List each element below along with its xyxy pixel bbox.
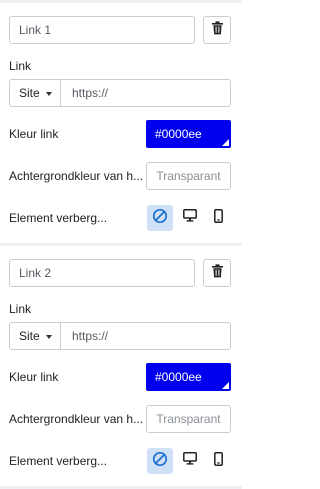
trash-icon: [211, 263, 224, 283]
background-color-input[interactable]: Transparant: [146, 162, 231, 190]
background-color-input[interactable]: Transparant: [146, 405, 231, 433]
hide-desktop-toggle[interactable]: [177, 205, 203, 231]
hide-desktop-toggle[interactable]: [177, 448, 203, 474]
desktop-icon: [183, 452, 197, 470]
link-type-select[interactable]: Site: [9, 79, 61, 107]
link-label: Link: [9, 59, 32, 73]
no-visibility-icon: [152, 208, 168, 229]
link-label: Link: [9, 302, 32, 316]
link-url-input[interactable]: https://: [60, 322, 231, 350]
hide-everywhere-toggle[interactable]: [147, 205, 173, 231]
link-color-picker[interactable]: #0000ee: [146, 363, 231, 391]
mobile-icon: [213, 451, 223, 471]
hide-element-label: Element verberg...: [9, 211, 108, 225]
delete-link-button[interactable]: [203, 16, 231, 44]
hide-everywhere-toggle[interactable]: [147, 448, 173, 474]
delete-link-button[interactable]: [203, 259, 231, 287]
link-type-select[interactable]: Site: [9, 322, 61, 350]
mobile-icon: [213, 208, 223, 228]
link-name-input[interactable]: Link 2: [9, 259, 195, 287]
swatch-corner-icon: [222, 382, 229, 389]
link-color-value: #0000ee: [155, 127, 202, 141]
link-name-input[interactable]: Link 1: [9, 16, 195, 44]
hide-mobile-toggle[interactable]: [205, 448, 231, 474]
swatch-corner-icon: [222, 139, 229, 146]
link-block-2: Link 2 Link Site https:// Kleur link #00…: [0, 246, 242, 489]
link-type-value: Site: [19, 329, 40, 343]
link-type-value: Site: [19, 86, 40, 100]
background-color-label: Achtergrondkleur van h...: [9, 412, 144, 426]
background-color-label: Achtergrondkleur van h...: [9, 169, 144, 183]
desktop-icon: [183, 209, 197, 227]
caret-down-icon: [46, 335, 52, 339]
no-visibility-icon: [152, 451, 168, 472]
link-color-value: #0000ee: [155, 370, 202, 384]
link-color-picker[interactable]: #0000ee: [146, 120, 231, 148]
hide-element-label: Element verberg...: [9, 454, 108, 468]
link-color-label: Kleur link: [9, 370, 59, 384]
trash-icon: [211, 20, 224, 40]
link-color-label: Kleur link: [9, 127, 59, 141]
link-block-1: Link 1 Link Site https:// Kleur link #00…: [0, 3, 242, 246]
caret-down-icon: [46, 92, 52, 96]
link-url-input[interactable]: https://: [60, 79, 231, 107]
hide-mobile-toggle[interactable]: [205, 205, 231, 231]
